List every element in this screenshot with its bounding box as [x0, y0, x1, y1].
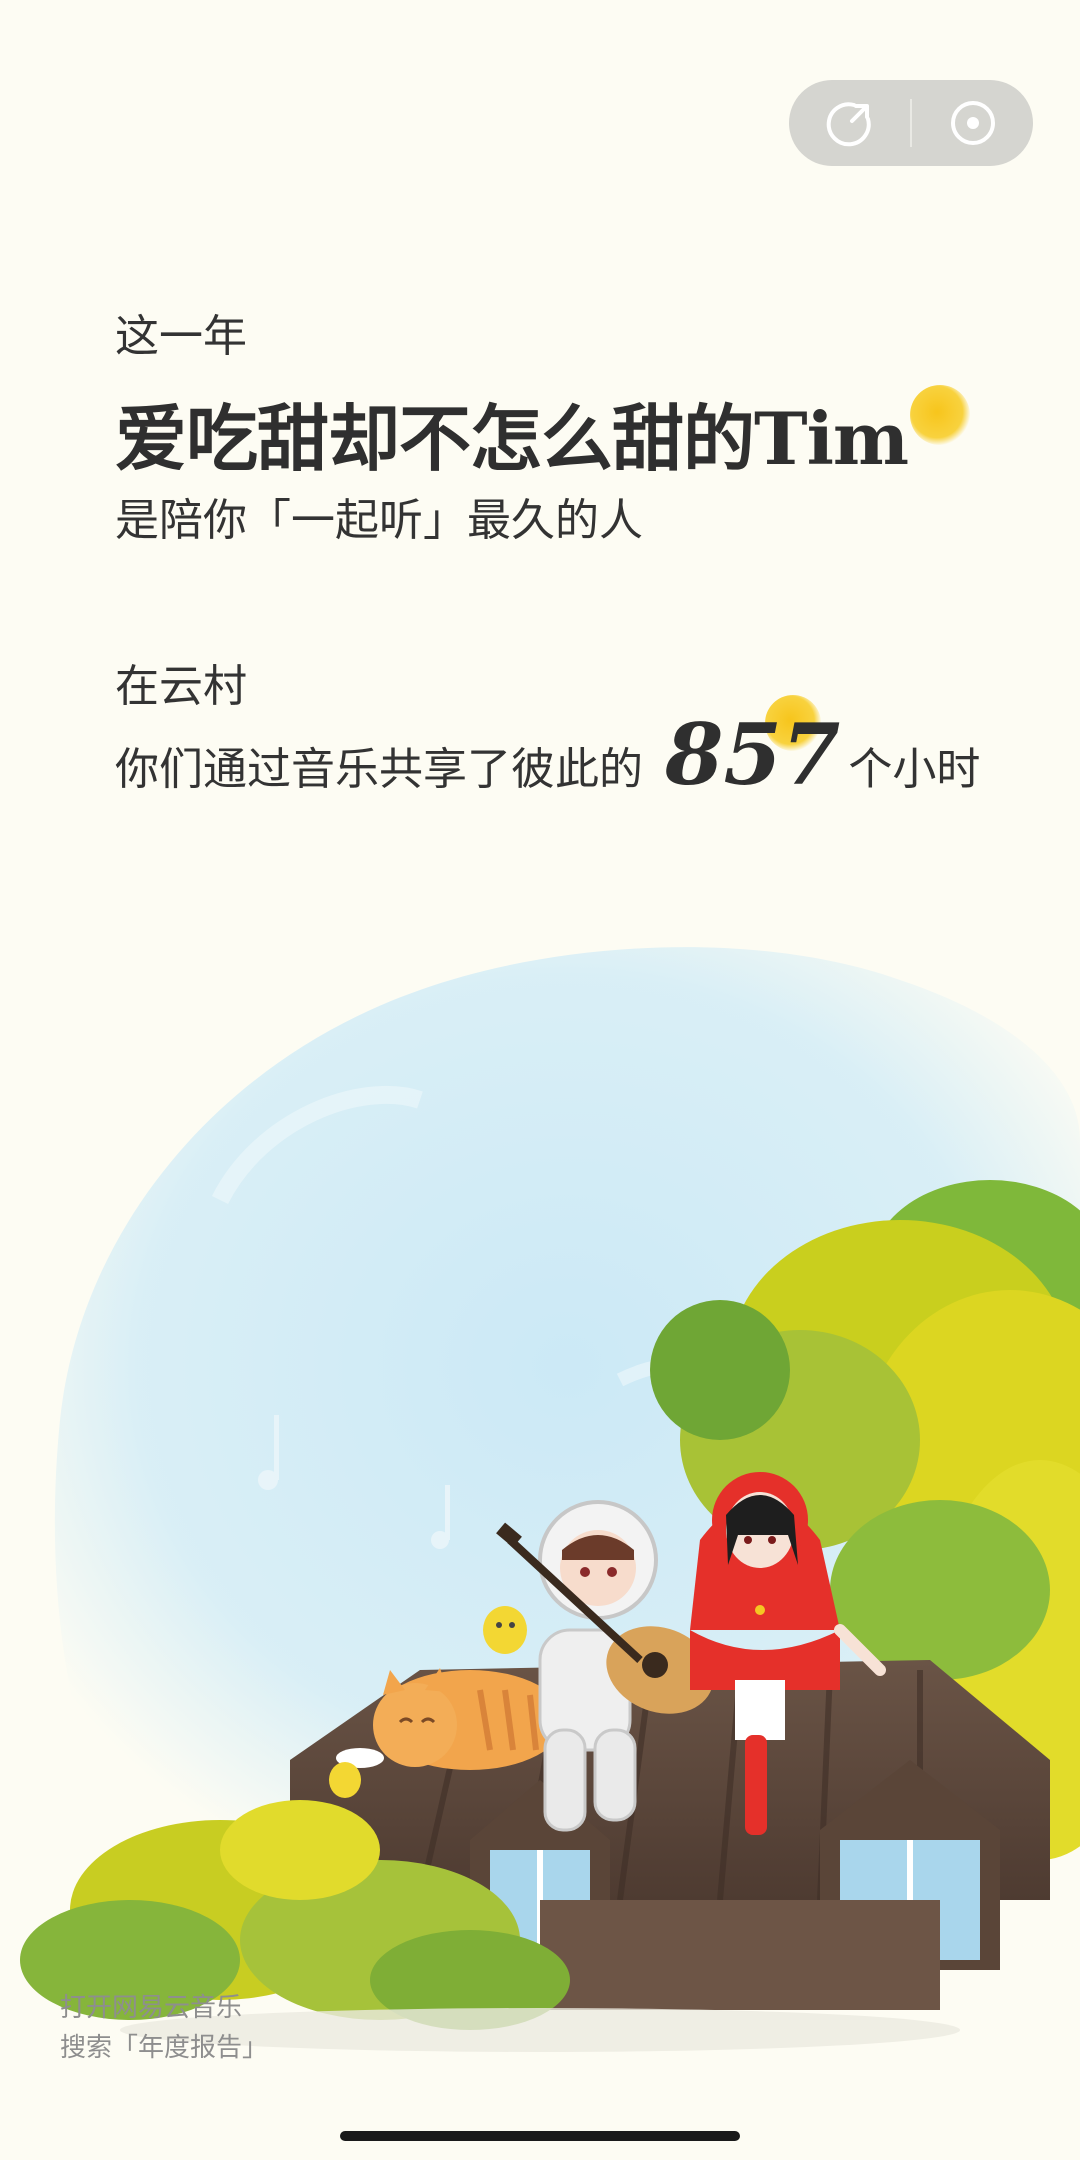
footer-hint: 打开网易云音乐 搜索「年度报告」	[60, 1988, 268, 2068]
report-page: 这一年 爱吃甜却不怎么甜的Tim 是陪你「一起听」最久的人 在云村 你们通过音乐…	[0, 0, 1080, 2160]
hours-prefix: 你们通过音乐共享了彼此的	[115, 744, 643, 795]
mini-program-capsule	[789, 80, 1033, 166]
intro-text: 这一年	[115, 311, 247, 362]
target-circle-icon	[950, 101, 995, 145]
hours-value: 857	[665, 705, 841, 804]
sun-decoration	[910, 385, 970, 445]
rooftop-illustration	[20, 947, 1080, 2052]
share-arrow-icon	[826, 102, 871, 147]
hours-line: 你们通过音乐共享了彼此的 857 个小时	[115, 695, 981, 804]
footer-line-2: 搜索「年度报告」	[60, 2033, 269, 2063]
share-button[interactable]	[789, 80, 910, 166]
hours-suffix: 个小时	[848, 744, 981, 795]
subtitle-text: 是陪你「一起听」最久的人	[115, 495, 643, 546]
hours-value-wrap: 857	[665, 695, 841, 804]
home-indicator[interactable]	[340, 2131, 740, 2141]
close-button[interactable]	[912, 80, 1033, 166]
friend-name: 爱吃甜却不怎么甜的Tim	[115, 396, 909, 481]
footer-line-1: 打开网易云音乐	[60, 1993, 243, 2023]
